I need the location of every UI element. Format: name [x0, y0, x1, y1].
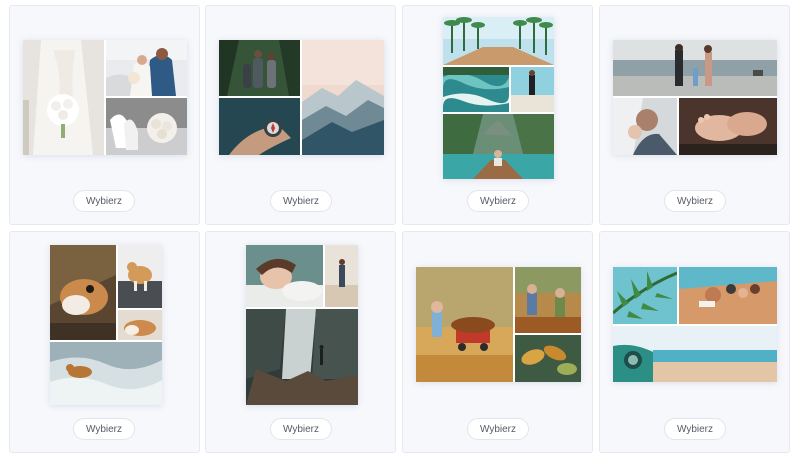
photo-wedding-shoes-and-bouquet [106, 98, 187, 155]
select-button[interactable]: Wybierz [73, 418, 135, 440]
photo-bride-with-bouquet [23, 40, 104, 155]
photo-children-in-autumn-leaves [515, 267, 581, 333]
collage-preview[interactable] [246, 245, 358, 405]
collage-preview[interactable] [613, 40, 777, 155]
photo-autumn-leaves-closeup [515, 335, 581, 382]
select-button[interactable]: Wybierz [270, 190, 332, 212]
select-button[interactable]: Wybierz [664, 418, 726, 440]
template-card-waterfall[interactable]: Wybierz [205, 231, 396, 453]
photo-hikers-in-forest [219, 40, 300, 96]
photo-corgi-on-rug [50, 245, 116, 340]
photo-baby-feet [679, 98, 777, 155]
collage-preview[interactable] [219, 40, 384, 155]
photo-father-with-baby [613, 98, 677, 155]
template-card-hiking[interactable]: Wybierz [205, 5, 396, 225]
photo-waterfall-cliff [246, 309, 358, 405]
select-button[interactable]: Wybierz [467, 190, 529, 212]
select-button[interactable]: Wybierz [664, 190, 726, 212]
photo-friends-on-beach-aerial [679, 267, 777, 324]
photo-palm-leaf [613, 267, 677, 324]
select-button[interactable]: Wybierz [467, 418, 529, 440]
photo-car-by-the-sea [613, 326, 777, 382]
photo-hand-with-compass [219, 98, 300, 155]
photo-palm-tree-path [443, 17, 554, 65]
collage-preview[interactable] [23, 40, 187, 155]
photo-wedding-couple [106, 40, 187, 96]
photo-woman-walking [325, 245, 358, 307]
template-card-corgi[interactable]: Wybierz [9, 231, 200, 453]
photo-corgi-standing [118, 245, 162, 308]
template-card-family[interactable]: Wybierz [599, 5, 790, 225]
photo-child-with-leaf-wagon [416, 267, 513, 382]
collage-preview[interactable] [50, 245, 162, 405]
photo-sleeping-woman [246, 245, 323, 307]
photo-woman-on-beach [511, 67, 554, 112]
photo-misty-mountains [302, 40, 384, 155]
template-card-wedding[interactable]: Wybierz [9, 5, 200, 225]
template-card-autumn[interactable]: Wybierz [402, 231, 593, 453]
select-button[interactable]: Wybierz [270, 418, 332, 440]
photo-dog-in-sea-waves [50, 342, 162, 405]
collage-preview[interactable] [613, 267, 777, 382]
collage-preview[interactable] [416, 267, 581, 382]
template-card-beach[interactable]: Wybierz [599, 231, 790, 453]
select-button[interactable]: Wybierz [73, 190, 135, 212]
photo-ocean-waves-aerial [443, 67, 509, 112]
template-grid: Wybierz Wybierz Wybierz Wybierz Wybierz … [0, 0, 800, 463]
photo-family-on-beach [613, 40, 777, 96]
template-card-tropical[interactable]: Wybierz [402, 5, 593, 225]
photo-canoe-in-lagoon [443, 114, 554, 179]
collage-preview[interactable] [443, 17, 554, 179]
photo-corgi-lying [118, 310, 162, 340]
